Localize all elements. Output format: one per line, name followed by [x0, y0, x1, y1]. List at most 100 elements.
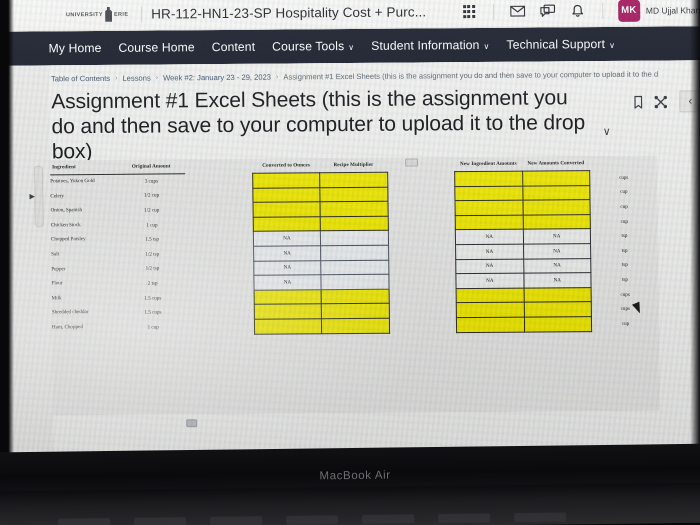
col-recipe-multiplier: Recipe Multiplier: [333, 161, 374, 169]
cell-new-ingredient-amount[interactable]: NA: [456, 273, 524, 289]
lms-minibar: UNIVERSITY ERIE HR-112-HN1-23-SP Hospita…: [0, 0, 700, 32]
collapsed-side-panel-handle[interactable]: [34, 165, 44, 228]
cell-converted-ounces[interactable]: NA: [253, 274, 322, 291]
cell-converted-ounces[interactable]: [254, 318, 322, 334]
nav-label: My Home: [48, 40, 102, 56]
device-brand-label: MacBook Air: [319, 469, 391, 483]
cell-new-amount-converted[interactable]: NA: [522, 229, 591, 245]
cell-recipe-multiplier[interactable]: [319, 172, 388, 188]
expand-fullscreen-icon[interactable]: [654, 95, 668, 108]
university-logo[interactable]: UNIVERSITY ERIE: [62, 4, 132, 25]
cell-recipe-multiplier[interactable]: [321, 289, 389, 305]
cell-new-ingredient-amount[interactable]: [454, 185, 523, 201]
nav-item-student-information[interactable]: Student Information ∨: [371, 38, 489, 53]
cell-new-amount-converted[interactable]: NA: [523, 272, 592, 288]
cell-recipe-multiplier[interactable]: [320, 245, 389, 261]
cell-new-amount-converted[interactable]: NA: [523, 243, 591, 259]
table-body: Potatoes, Yukon Gold 3 cups cups Celery 1/2 …: [50, 170, 659, 335]
nav-label: Content: [211, 39, 256, 55]
cell-converted-ounces[interactable]: [254, 304, 322, 320]
cell-unit: cups: [620, 291, 630, 298]
cell-converted-ounces[interactable]: NA: [253, 231, 321, 247]
cell-converted-ounces[interactable]: [253, 289, 322, 305]
cell-recipe-multiplier[interactable]: [320, 201, 388, 217]
col-new-ingredient-amounts: New Ingredient Amounts: [459, 160, 517, 168]
chevron-down-icon: ∨: [609, 40, 616, 50]
course-title[interactable]: HR-112-HN1-23-SP Hospitality Cost + Purc…: [151, 4, 426, 21]
cell-ingredient: Pepper: [51, 265, 66, 273]
cell-new-amount-converted[interactable]: [522, 214, 591, 230]
cell-new-amount-converted[interactable]: [523, 287, 592, 303]
cell-new-ingredient-amount[interactable]: [455, 200, 523, 216]
nav-item-course-tools[interactable]: Course Tools ∨: [272, 39, 354, 54]
nav-item-technical-support[interactable]: Technical Support ∨: [506, 37, 615, 52]
cell-recipe-multiplier[interactable]: [321, 318, 390, 334]
breadcrumb-item-table-of-contents[interactable]: Table of Contents: [51, 74, 110, 83]
cell-recipe-multiplier[interactable]: [321, 274, 389, 290]
cell-new-ingredient-amount[interactable]: [456, 287, 524, 304]
cell-recipe-multiplier[interactable]: [320, 186, 388, 203]
cell-new-ingredient-amount[interactable]: [455, 215, 523, 231]
cell-recipe-multiplier[interactable]: [320, 230, 389, 246]
cell-recipe-multiplier[interactable]: [321, 303, 390, 319]
cell-recipe-multiplier[interactable]: [320, 259, 389, 275]
cell-new-ingredient-amount[interactable]: [456, 302, 524, 318]
spacer-col: [185, 159, 253, 174]
col-new-amounts-converted: New Amounts Converted: [527, 160, 585, 167]
cell-spacer-2: [388, 259, 456, 274]
cell-new-amount-converted[interactable]: [523, 302, 592, 318]
nav-item-my-home[interactable]: My Home: [49, 41, 102, 55]
apps-grid-icon[interactable]: [454, 0, 484, 26]
cell-converted-ounces[interactable]: NA: [253, 260, 322, 276]
cell-new-ingredient-amount[interactable]: [456, 317, 525, 333]
cell-recipe-multiplier[interactable]: [320, 216, 389, 232]
cell-converted-ounces[interactable]: [252, 216, 321, 232]
expand-panel-arrow-icon[interactable]: ▶: [29, 192, 34, 200]
cell-spacer-2: [388, 245, 456, 260]
key: [362, 514, 415, 524]
cell-spacer: [187, 305, 255, 320]
col-original-amount: Original Amount: [117, 159, 186, 175]
logo-text-left: UNIVERSITY: [65, 11, 104, 18]
cell-unit: cup: [620, 189, 628, 196]
cell-new-ingredient-amount[interactable]: NA: [455, 229, 524, 245]
title-chevron-down-icon[interactable]: ∨: [603, 125, 611, 160]
cell-converted-ounces[interactable]: NA: [253, 245, 321, 261]
nav-item-course-home[interactable]: Course Home: [118, 40, 194, 55]
cell-new-ingredient-amount[interactable]: NA: [455, 258, 524, 274]
user-menu[interactable]: MK MD Ujjal Khan: [617, 0, 700, 22]
cell-spacer-2: [388, 216, 456, 231]
main-navigation: My Home Course Home Content Course Tools…: [0, 26, 700, 66]
worksheet-scroll-handle[interactable]: [186, 419, 198, 428]
cell-original-amount: 1.5 cups: [144, 295, 162, 302]
cell-original-amount: 1/2 tsp: [145, 251, 160, 258]
bookmark-icon[interactable]: [634, 95, 643, 109]
page-title: Assignment #1 Excel Sheets (this is the …: [51, 86, 586, 164]
cell-original-amount: 1/2 cup: [144, 207, 160, 214]
nav-label: Course Home: [118, 40, 195, 55]
cell-ingredient: Milk: [51, 295, 62, 302]
cell-unit: cups: [620, 306, 631, 313]
excel-worksheet-embed[interactable]: Ingredient Original Amount Converted to …: [49, 155, 661, 428]
cell-new-ingredient-amount[interactable]: [454, 171, 523, 187]
mail-icon[interactable]: [503, 0, 533, 25]
notification-bell-icon[interactable]: [563, 0, 593, 25]
worksheet-toolbar-chip[interactable]: [404, 158, 419, 167]
cell-new-amount-converted[interactable]: [522, 199, 591, 216]
cell-spacer: [185, 188, 253, 203]
cell-converted-ounces[interactable]: [252, 172, 321, 188]
cell-new-amount-converted[interactable]: [522, 185, 590, 201]
breadcrumb-item-week[interactable]: Week #2: January 23 - 29, 2023: [163, 73, 271, 83]
cell-converted-ounces[interactable]: [252, 202, 321, 218]
cell-new-amount-converted[interactable]: [523, 316, 592, 332]
cell-new-ingredient-amount[interactable]: NA: [455, 244, 524, 260]
chat-icon[interactable]: [533, 0, 563, 25]
cell-new-amount-converted[interactable]: NA: [523, 258, 591, 274]
cell-converted-ounces[interactable]: [252, 187, 321, 203]
nav-item-content[interactable]: Content: [212, 40, 256, 54]
cell-unit: cup: [620, 203, 628, 210]
avatar[interactable]: MK: [617, 0, 640, 22]
cell-spacer-2: [388, 186, 456, 201]
cell-new-amount-converted[interactable]: [522, 170, 590, 186]
breadcrumb-item-lessons[interactable]: Lessons: [122, 74, 150, 83]
